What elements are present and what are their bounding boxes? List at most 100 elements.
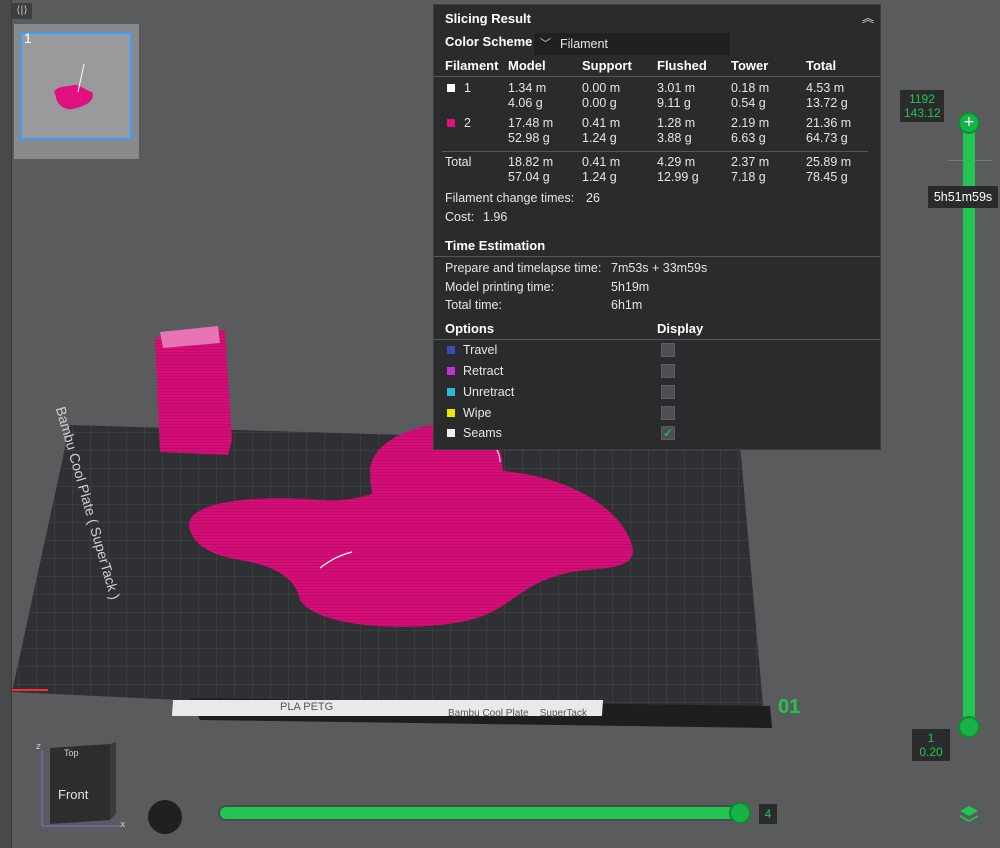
total-time-label: Total time: [445,298,502,312]
seams-checkbox[interactable]: ✓ [661,426,675,440]
cell: 0.54 g [731,96,766,110]
color-scheme-value: Filament [560,37,608,51]
prepare-value: 7m53s + 33m59s [611,261,708,275]
cell: 57.04 g [508,170,550,184]
col-total: Total [806,58,837,73]
collapse-panel-icon[interactable]: ⟨|⟩ [12,3,32,19]
cell: 0.41 m [582,155,621,169]
collapse-chevron-icon[interactable]: ︽ [860,9,876,25]
bottom-layer-handle[interactable] [958,716,980,738]
cell: 0.18 m [731,81,770,95]
cost-value: 1.96 [483,210,508,224]
bed-plate-number: 01 [778,696,801,718]
cell: 2.19 m [731,116,770,130]
divider [434,339,880,340]
col-support: Support [582,58,632,73]
cell: 18.82 m [508,155,554,169]
model-time-label: Model printing time: [445,280,555,294]
plate-strip-text-left: PLA PETG [280,701,334,713]
cell: 0.00 g [582,96,617,110]
cell: 12.99 g [657,170,699,184]
cell: 4.29 m [657,155,696,169]
cell: 21.36 m [806,116,852,130]
wipe-checkbox[interactable] [661,406,675,420]
option-retract: Retract [463,364,504,378]
cell: 6.63 g [731,131,766,145]
filament-2-swatch [447,119,455,127]
prepare-label: Prepare and timelapse time: [445,261,602,275]
cube-top-label: Top [64,748,79,758]
layer-range-slider[interactable] [963,120,975,728]
cell: 7.18 g [731,170,766,184]
divider [442,151,868,152]
cell: 4.06 g [508,96,543,110]
3d-viewport[interactable]: ⟨|⟩ 1 Bambu Cool Plate ( SuperTack ) 01 … [0,0,1000,848]
travel-checkbox[interactable] [661,343,675,357]
cell: 25.89 m [806,155,852,169]
cell: 2.37 m [731,155,770,169]
option-seams: Seams [463,426,502,440]
cube-front-label: Front [58,787,89,802]
display-heading: Display [657,321,704,336]
cell: 78.45 g [806,170,848,184]
col-model: Model [508,58,546,73]
panel-title: Slicing Result [445,11,531,26]
cell: 4.53 m [806,81,845,95]
layer-time-tooltip: 5h51m59s [928,186,998,208]
axis-x-label: x [120,820,126,830]
cost-label: Cost: [445,210,475,224]
filament-id: 1 [464,81,471,95]
retract-checkbox[interactable] [661,364,675,378]
plate-thumbnail-model [54,63,93,110]
layers-icon[interactable] [958,803,980,825]
travel-swatch [447,346,455,354]
col-tower: Tower [731,58,769,73]
move-slider[interactable] [218,805,748,821]
model-time-value: 5h19m [611,280,650,294]
col-filament: Filament [445,58,499,73]
option-unretract: Unretract [463,385,515,399]
color-scheme-select[interactable]: ﹀ Filament [534,33,730,55]
col-flushed: Flushed [657,58,707,73]
total-label: Total [445,155,472,169]
filament-change-value: 26 [586,191,600,205]
cell: 0.41 m [582,116,621,130]
filament-change-label: Filament change times: [445,191,575,205]
top-layer-handle[interactable]: + [958,112,980,134]
option-travel: Travel [463,343,498,357]
orientation-cube[interactable]: Top Front x z [30,740,130,835]
bottom-layer-number: 1 [927,731,935,745]
cell: 17.48 m [508,116,554,130]
plate-thumbnail[interactable]: 1 [14,24,139,159]
cell: 9.11 g [657,96,691,110]
cell: 1.24 g [582,170,617,184]
filament-1-swatch [447,84,455,92]
view-reset-button[interactable] [148,800,182,834]
top-layer-number: 1192 [909,92,935,106]
seams-swatch [447,429,455,437]
bottom-layer-height: 0.20 [919,745,943,759]
move-slider-handle[interactable] [729,802,751,824]
wipe-swatch [447,409,455,417]
options-heading: Options [445,321,495,336]
cell: 0.00 m [582,81,621,95]
plate-number: 1 [24,30,32,46]
plate-strip-text-right: Bambu Cool Plate SuperTack [448,708,587,719]
slicing-result-panel: Slicing Result ︽ Color Scheme ﹀ Filament… [433,4,881,450]
cell: 13.72 g [806,96,848,110]
plate-thumbnail-frame [20,32,132,140]
unretract-checkbox[interactable] [661,385,675,399]
cell: 64.73 g [806,131,848,145]
filament-id: 2 [464,116,471,130]
bottom-layer-label: 1 0.20 [912,729,950,761]
option-wipe: Wipe [463,406,492,420]
time-estimation-heading: Time Estimation [445,238,546,253]
total-time-value: 6h1m [611,298,643,312]
move-slider-value: 4 [759,804,777,824]
left-sidebar-strip [0,0,12,848]
cell: 3.88 g [657,131,692,145]
top-layer-height: 143.12 [904,106,941,120]
prime-tower [155,330,232,455]
divider [434,256,880,257]
cell: 1.28 m [657,116,696,130]
